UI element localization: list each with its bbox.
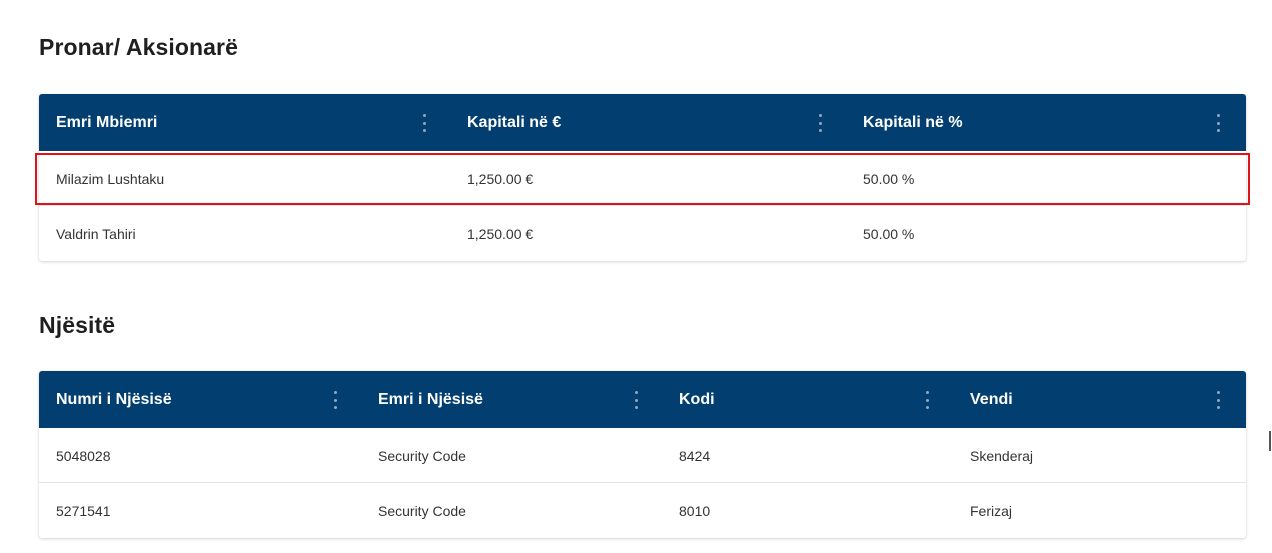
owner-capital-percent: 50.00 % — [863, 170, 915, 187]
column-menu-icon[interactable] — [632, 391, 640, 409]
units-section-title: Njësitë — [39, 312, 116, 338]
col-header-full-name[interactable]: Emri Mbiemri — [56, 94, 157, 151]
table-row[interactable]: 5048028 Security Code 8424 Skenderaj — [39, 428, 1246, 483]
owners-table: Emri Mbiemri Kapitali në € Kapitali në %… — [39, 94, 1246, 261]
unit-location: Skenderaj — [970, 447, 1034, 464]
column-menu-icon[interactable] — [923, 391, 931, 409]
owners-section-title: Pronar/ Aksionarë — [39, 34, 238, 60]
column-menu-icon[interactable] — [331, 391, 339, 409]
owner-name: Valdrin Tahiri — [56, 225, 136, 242]
units-table-header: Numri i Njësisë Emri i Njësisë Kodi Vend… — [39, 371, 1246, 428]
unit-number: 5271541 — [56, 502, 111, 519]
owner-capital-eur: 1,250.00 € — [467, 225, 534, 242]
unit-code: 8424 — [679, 447, 711, 464]
column-menu-icon[interactable] — [1214, 391, 1222, 409]
unit-location: Ferizaj — [970, 502, 1013, 519]
table-row[interactable]: Milazim Lushtaku 1,250.00 € 50.00 % — [39, 151, 1246, 206]
unit-name: Security Code — [378, 502, 466, 519]
owners-table-header: Emri Mbiemri Kapitali në € Kapitali në % — [39, 94, 1246, 151]
col-header-capital-percent[interactable]: Kapitali në % — [863, 94, 963, 151]
column-menu-icon[interactable] — [420, 114, 428, 132]
col-header-unit-name[interactable]: Emri i Njësisë — [378, 371, 483, 428]
owner-name: Milazim Lushtaku — [56, 170, 165, 187]
col-header-location[interactable]: Vendi — [970, 371, 1013, 428]
column-menu-icon[interactable] — [1214, 114, 1222, 132]
col-header-code[interactable]: Kodi — [679, 371, 715, 428]
col-header-unit-number[interactable]: Numri i Njësisë — [56, 371, 172, 428]
owner-capital-eur: 1,250.00 € — [467, 170, 534, 187]
table-row[interactable]: Valdrin Tahiri 1,250.00 € 50.00 % — [39, 206, 1246, 261]
text-cursor-icon — [1269, 431, 1271, 451]
column-menu-icon[interactable] — [816, 114, 824, 132]
table-row[interactable]: 5271541 Security Code 8010 Ferizaj — [39, 483, 1246, 538]
col-header-capital-eur[interactable]: Kapitali në € — [467, 94, 561, 151]
units-table: Numri i Njësisë Emri i Njësisë Kodi Vend… — [39, 371, 1246, 538]
unit-number: 5048028 — [56, 447, 111, 464]
owner-capital-percent: 50.00 % — [863, 225, 915, 242]
unit-code: 8010 — [679, 502, 711, 519]
unit-name: Security Code — [378, 447, 466, 464]
